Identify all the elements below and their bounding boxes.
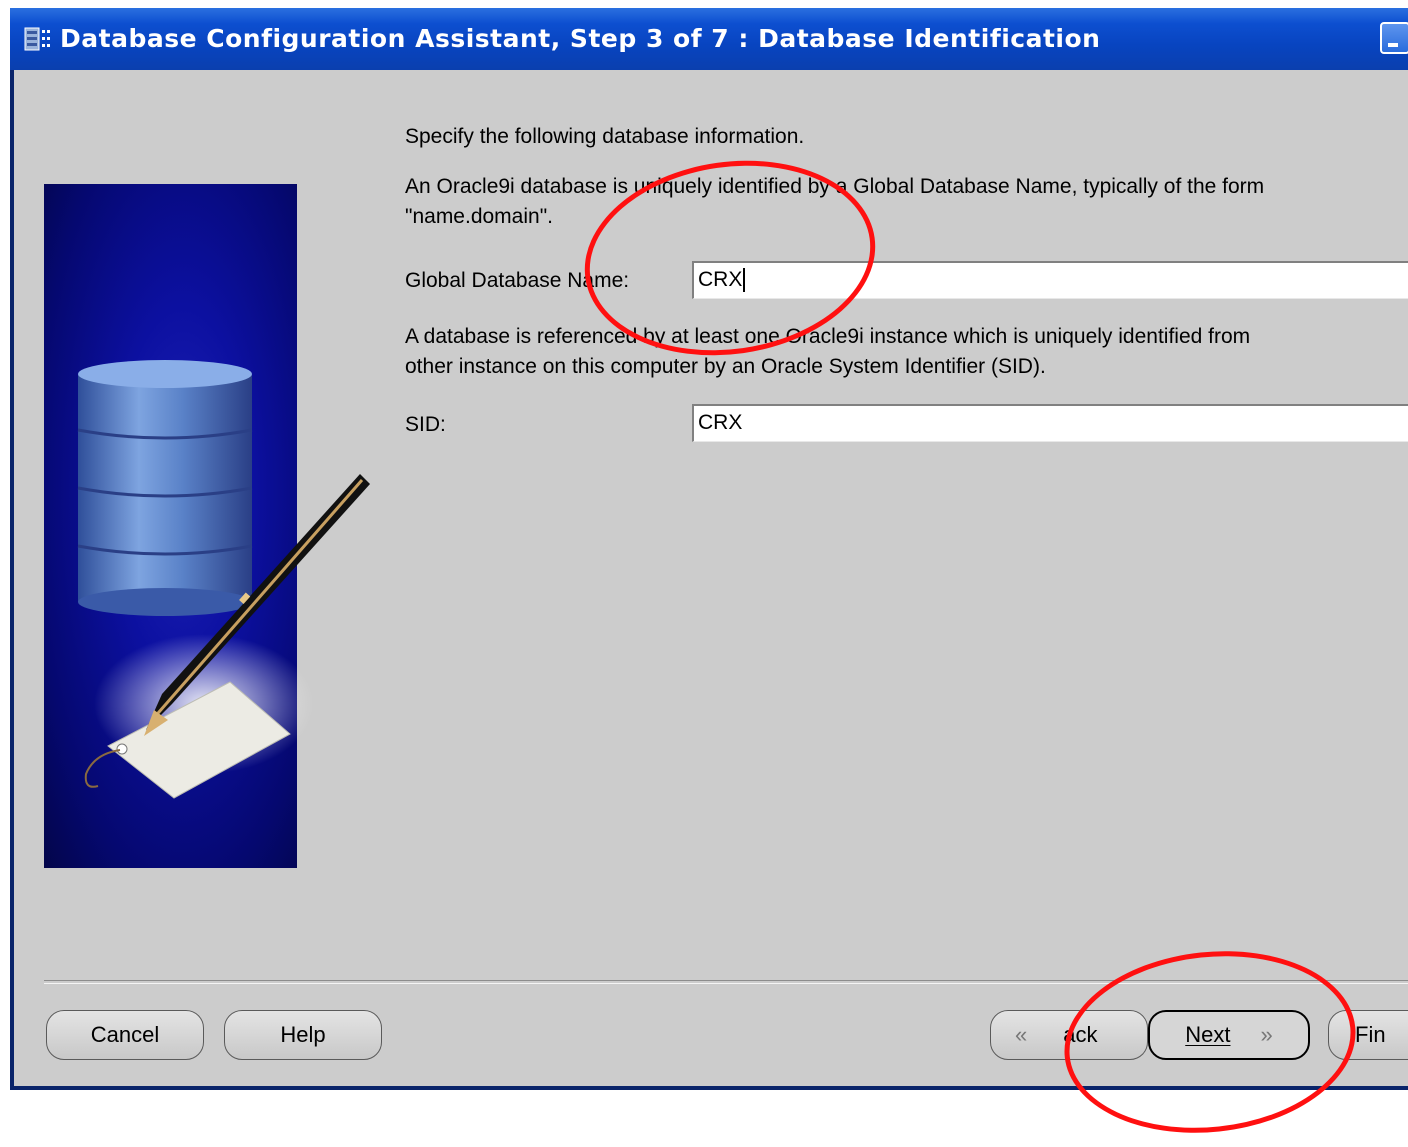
next-button[interactable]: Next » bbox=[1148, 1010, 1310, 1060]
back-button-label: ack bbox=[1063, 1022, 1098, 1047]
global-database-name-input[interactable]: CRX bbox=[692, 261, 1408, 299]
sid-description-line1: A database is referenced by at least one… bbox=[405, 325, 1251, 348]
minimize-button[interactable] bbox=[1380, 22, 1408, 54]
title-bar[interactable]: Database Configuration Assistant, Step 3… bbox=[10, 8, 1408, 70]
button-separator bbox=[44, 980, 1408, 984]
text-caret bbox=[743, 268, 746, 293]
sid-label: SID: bbox=[405, 413, 446, 436]
dialog-client-area: Specify the following database informati… bbox=[14, 70, 1408, 1086]
next-button-label: Next bbox=[1185, 1022, 1231, 1047]
help-button-label: Help bbox=[280, 1022, 326, 1047]
sid-input[interactable]: CRX bbox=[692, 404, 1408, 442]
database-pen-graphic bbox=[77, 360, 370, 799]
dialog-window: Database Configuration Assistant, Step 3… bbox=[10, 8, 1408, 1090]
sid-description-line2: other instance on this computer by an Or… bbox=[405, 355, 1046, 378]
global-database-name-label: Global Database Name: bbox=[405, 269, 630, 292]
intro-text: Specify the following database informati… bbox=[405, 125, 805, 148]
sid-value: CRX bbox=[698, 411, 743, 434]
finish-button[interactable]: Fin bbox=[1328, 1010, 1408, 1060]
cancel-button[interactable]: Cancel bbox=[46, 1010, 204, 1060]
next-chevron-icon: » bbox=[1260, 1022, 1273, 1047]
global-database-name-value: CRX bbox=[698, 268, 743, 291]
finish-button-label: Fin bbox=[1355, 1022, 1386, 1047]
cancel-button-label: Cancel bbox=[90, 1022, 160, 1047]
window-title: Database Configuration Assistant, Step 3… bbox=[60, 24, 1101, 53]
back-button[interactable]: « ack bbox=[990, 1010, 1148, 1060]
global-name-description-line1: An Oracle9i database is uniquely identif… bbox=[405, 175, 1265, 198]
help-button[interactable]: Help bbox=[224, 1010, 382, 1060]
back-chevron-icon: « bbox=[1015, 1022, 1028, 1047]
database-illustration bbox=[44, 184, 370, 868]
global-name-description-line2: "name.domain". bbox=[405, 205, 553, 228]
database-app-icon bbox=[24, 27, 50, 51]
